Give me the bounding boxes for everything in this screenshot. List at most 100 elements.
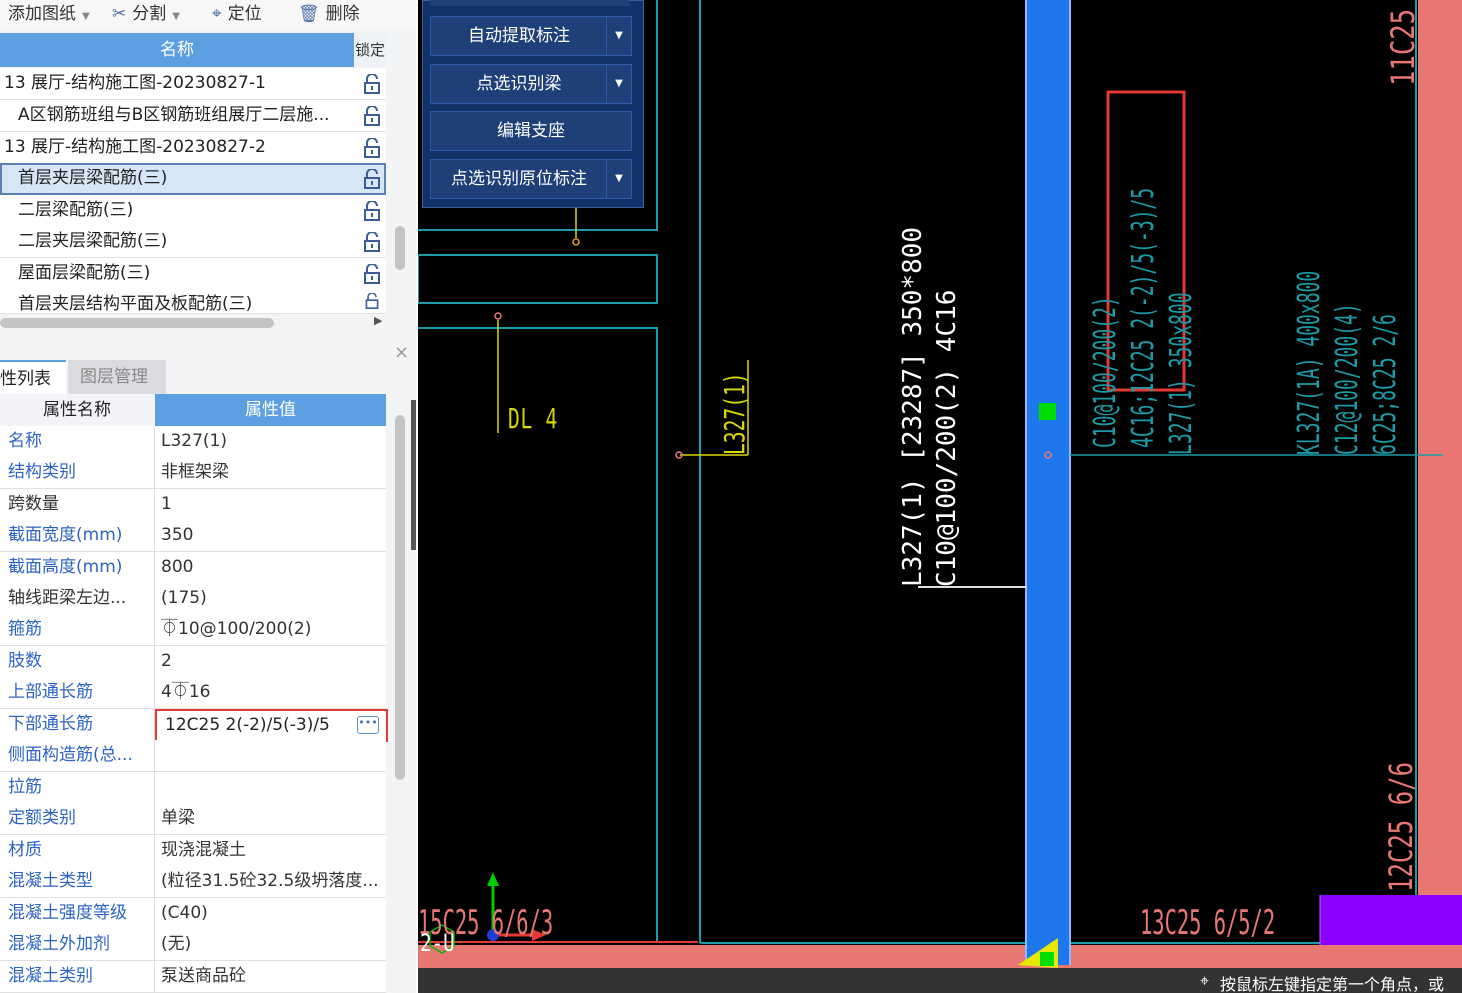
drawing-row[interactable]: 屋面层梁配筋(三) bbox=[0, 258, 386, 290]
column-grip-marker bbox=[1039, 403, 1056, 420]
edit-support-button[interactable]: 编辑支座 bbox=[430, 111, 632, 151]
cad-text-kl-line3[interactable]: 6C25;8C25 2/6 bbox=[1368, 314, 1403, 455]
drawing-row-selected[interactable]: 首层夹层梁配筋(三) bbox=[0, 163, 386, 195]
property-value[interactable]: 现浇混凝土 bbox=[161, 835, 383, 866]
drawing-row[interactable]: 二层梁配筋(三) bbox=[0, 195, 386, 227]
cad-text-kl-line2[interactable]: C12@100/200(4) bbox=[1330, 303, 1365, 455]
cad-text-beam-a-line1[interactable]: L327(1) [23287] 350*800 bbox=[898, 227, 928, 587]
locate-button[interactable]: ⌖ 定位 bbox=[212, 2, 262, 26]
trash-icon: 🗑 bbox=[298, 4, 320, 24]
scroll-right-arrow-icon[interactable]: ▶ bbox=[374, 314, 382, 327]
cad-text-beam-b-line2[interactable]: 4C16;12C25 2(-2)/5(-3)/5 bbox=[1126, 188, 1161, 448]
cad-text-l327[interactable]: L327(1) bbox=[718, 372, 751, 455]
property-value[interactable]: (C40) bbox=[161, 898, 383, 929]
property-row[interactable]: 箍筋 ⏁10@100/200(2) bbox=[0, 614, 386, 646]
cad-text-beam-a-line2[interactable]: C10@100/200(2) 4C16 bbox=[932, 290, 962, 587]
tab-layers[interactable]: 图层管理 bbox=[68, 360, 166, 394]
property-row[interactable]: 轴线距梁左边... (175) bbox=[0, 583, 386, 615]
drawing-row[interactable]: 13 展厅-结构施工图-20230827-1 bbox=[0, 68, 386, 100]
property-row[interactable]: 上部通长筋 4⏁16 bbox=[0, 677, 386, 709]
drawing-row[interactable]: 二层夹层梁配筋(三) bbox=[0, 226, 386, 258]
property-value[interactable]: 800 bbox=[161, 552, 383, 583]
add-drawing-button[interactable]: 添加图纸 ▼ bbox=[8, 2, 90, 26]
cad-text-right-lower[interactable]: 12C25 6/6 bbox=[1382, 762, 1420, 892]
drawing-row-label: 二层梁配筋(三) bbox=[18, 200, 134, 220]
chevron-down-icon[interactable]: ▼ bbox=[606, 17, 631, 55]
unlock-icon[interactable] bbox=[363, 293, 381, 309]
panel-splitter[interactable] bbox=[411, 400, 416, 550]
property-row[interactable]: 肢数 2 bbox=[0, 646, 386, 678]
property-name: 结构类别 bbox=[8, 462, 76, 482]
property-row[interactable]: 结构类别 非框架梁 bbox=[0, 457, 386, 489]
pick-identify-in-situ-annotation-button[interactable]: 点选识别原位标注 ▼ bbox=[430, 159, 632, 199]
tab-properties[interactable]: 性列表 bbox=[0, 360, 66, 396]
unlock-icon[interactable] bbox=[363, 106, 381, 126]
property-value[interactable]: 1 bbox=[161, 489, 383, 520]
property-row[interactable]: 拉筋 bbox=[0, 772, 386, 804]
property-value[interactable] bbox=[161, 740, 383, 771]
property-value[interactable]: 2 bbox=[161, 646, 383, 677]
chevron-down-icon[interactable]: ▼ bbox=[82, 11, 90, 22]
lock-column-header[interactable]: 锁定 bbox=[354, 33, 386, 67]
cad-text-top-right[interactable]: 11C25 6 bbox=[1384, 0, 1422, 86]
cad-text-beam-b-line1[interactable]: C10@100/200(2) bbox=[1088, 296, 1123, 448]
auto-extract-annotation-button[interactable]: 自动提取标注 ▼ bbox=[430, 16, 632, 56]
delete-button[interactable]: 🗑 删除 bbox=[298, 2, 360, 26]
split-icon: ✂ bbox=[112, 4, 127, 24]
property-value[interactable]: 泵送商品砼 bbox=[161, 961, 383, 992]
property-value[interactable]: 4⏁16 bbox=[161, 677, 383, 708]
drawing-row[interactable]: 13 展厅-结构施工图-20230827-2 bbox=[0, 132, 386, 164]
unlock-icon[interactable] bbox=[363, 232, 381, 252]
drawing-row[interactable]: A区钢筋班组与B区钢筋班组展厅二层施... bbox=[0, 100, 386, 132]
property-value[interactable] bbox=[161, 772, 383, 803]
property-row[interactable]: 混凝土类型 (粒径31.5砼32.5级坍落度... bbox=[0, 866, 386, 898]
delete-label: 删除 bbox=[325, 4, 360, 24]
property-value[interactable]: 非框架梁 bbox=[161, 457, 383, 488]
cad-text-dl4[interactable]: DL 4 bbox=[508, 402, 558, 435]
unlock-icon[interactable] bbox=[363, 138, 381, 158]
panel-tabs: 性列表 图层管理 bbox=[0, 360, 416, 396]
more-options-icon[interactable]: ••• bbox=[357, 716, 379, 734]
cad-text-kl-line1[interactable]: KL327(1A) 400x800 bbox=[1292, 271, 1327, 455]
bottom-rebar-input[interactable]: 12C25 2(-2)/5(-3)/5 ••• bbox=[155, 709, 388, 742]
property-value[interactable]: L327(1) bbox=[161, 426, 383, 457]
cad-text-bottom-mid[interactable]: 13C25 6/5/2 bbox=[1140, 903, 1275, 943]
property-value[interactable]: (无) bbox=[161, 929, 383, 960]
drawing-row-label: 首层夹层结构平面及板配筋(三) bbox=[18, 294, 253, 314]
chevron-down-icon[interactable]: ▼ bbox=[606, 65, 631, 103]
cad-drawing-canvas[interactable]: 自动提取标注 ▼ 点选识别梁 ▼ 编辑支座 点选识别原位标注 ▼ DL 4 L327(… bbox=[418, 0, 1462, 993]
property-value[interactable]: (粒径31.5砼32.5级坍落度... bbox=[161, 866, 383, 897]
property-value[interactable]: 350 bbox=[161, 520, 383, 551]
split-button[interactable]: ✂ 分割 ▼ bbox=[112, 2, 180, 26]
property-row[interactable]: 截面宽度(mm) 350 bbox=[0, 520, 386, 552]
property-vertical-scrollbar[interactable] bbox=[395, 415, 405, 780]
property-row[interactable]: 混凝土强度等级 (C40) bbox=[0, 898, 386, 930]
property-row-highlighted[interactable]: 下部通长筋 12C25 2(-2)/5(-3)/5 ••• bbox=[0, 709, 388, 742]
cad-text-beam-b-line3[interactable]: L327(1) 350x800 bbox=[1164, 292, 1199, 455]
chevron-down-icon[interactable]: ▼ bbox=[606, 160, 631, 198]
property-row[interactable]: 侧面构造筋(总... bbox=[0, 740, 386, 772]
drawing-list-vertical-scrollbar[interactable] bbox=[395, 226, 405, 270]
chevron-down-icon[interactable]: ▼ bbox=[172, 11, 180, 22]
unlock-icon[interactable] bbox=[363, 201, 381, 221]
property-row[interactable]: 跨数量 1 bbox=[0, 489, 386, 521]
property-row[interactable]: 混凝土类别 泵送商品砼 bbox=[0, 961, 386, 993]
property-value[interactable]: 单梁 bbox=[161, 803, 383, 834]
property-value[interactable]: (175) bbox=[161, 583, 383, 614]
property-row[interactable]: 定额类别 单梁 bbox=[0, 803, 386, 835]
property-value[interactable]: ⏁10@100/200(2) bbox=[161, 614, 383, 645]
cad-text-axis-label[interactable]: 2-U bbox=[420, 929, 455, 957]
property-row[interactable]: 材质 现浇混凝土 bbox=[0, 835, 386, 867]
property-row[interactable]: 名称 L327(1) bbox=[0, 426, 386, 458]
drawing-row-label: 首层夹层梁配筋(三) bbox=[18, 168, 168, 188]
unlock-icon[interactable] bbox=[363, 74, 381, 94]
pick-identify-beam-button[interactable]: 点选识别梁 ▼ bbox=[430, 64, 632, 104]
unlock-icon[interactable] bbox=[363, 169, 381, 189]
property-name: 轴线距梁左边... bbox=[8, 588, 127, 608]
drawing-list-horizontal-scrollbar[interactable] bbox=[0, 318, 274, 328]
unlock-icon[interactable] bbox=[363, 264, 381, 284]
drawing-row[interactable]: 首层夹层结构平面及板配筋(三) bbox=[0, 289, 386, 314]
name-column-header[interactable]: 名称 bbox=[0, 33, 354, 67]
property-row[interactable]: 截面高度(mm) 800 bbox=[0, 552, 386, 584]
property-row[interactable]: 混凝土外加剂 (无) bbox=[0, 929, 386, 961]
